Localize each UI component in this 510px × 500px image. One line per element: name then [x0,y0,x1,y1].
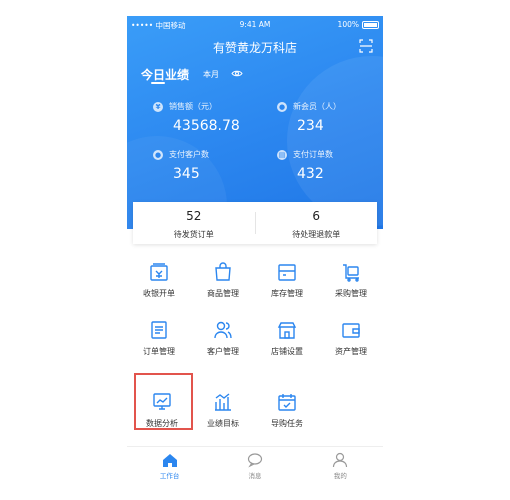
menu-item-customers[interactable]: 客户管理 [191,320,255,372]
profile-icon [333,452,348,468]
menu-label: 导购任务 [271,419,303,428]
message-icon [247,453,263,468]
order-list-icon [151,321,167,339]
home-icon [162,454,177,467]
stat-new-members: ● 新会员（人） 234 [277,101,341,134]
pending-refund-count: 6 [312,209,321,223]
period-selector[interactable]: 本月 [203,69,219,80]
order-summary-card: 52 待发货订单 6 待处理退款单 [133,202,377,244]
menu-item-performance-goals[interactable]: 业绩目标 [191,392,255,444]
shopping-bag-icon [215,262,231,281]
calendar-task-icon [278,394,296,411]
menu-item-assets[interactable]: 资产管理 [319,320,383,372]
menu-item-guide-tasks[interactable]: 导购任务 [255,392,319,444]
store-name: 有赞黄龙万科店 [212,41,297,55]
decorative-circle [287,56,383,226]
cart-icon [343,264,359,282]
menu-item-products[interactable]: 商品管理 [191,262,255,314]
user-icon: ● [153,149,163,160]
battery-area: 100% [338,20,379,29]
menu-label: 库存管理 [271,289,303,298]
tab-label: 工作台 [159,472,180,480]
stat-label: 销售额（元） [169,102,217,111]
pending-refund-cell[interactable]: 6 待处理退款单 [256,202,378,244]
menu-label: 客户管理 [207,347,239,356]
bar-chart-icon [215,393,231,411]
tab-label: 我的 [333,472,347,480]
order-icon: ▤ [277,149,287,160]
menu-label: 资产管理 [335,347,367,356]
tab-profile[interactable]: 我的 [298,447,383,491]
stat-paid-orders: ▤ 支付订单数 432 [277,149,333,182]
highlight-box [134,373,193,430]
cashier-icon [150,263,168,281]
menu-item-purchasing[interactable]: 采购管理 [319,262,383,314]
pending-shipment-label: 待发货订单 [173,230,214,239]
dashboard-header: ••••• 中国移动 9:41 AM 100% 有赞黄龙万科店 今日业绩 本月 … [127,16,383,229]
stat-paying-customers: ● 支付客户数 345 [153,149,209,182]
stat-value: 234 [297,118,324,134]
tab-label: 消息 [248,472,262,480]
stat-value: 43568.78 [173,118,240,134]
stat-label: 支付客户数 [169,150,209,159]
battery-icon [362,20,379,29]
menu-label: 业绩目标 [207,419,239,428]
customers-icon [214,321,232,339]
title-underline [151,82,165,84]
inventory-icon [278,264,296,281]
eye-icon[interactable] [231,69,243,78]
stat-label: 新会员（人） [293,102,341,111]
pending-shipment-count: 52 [186,209,202,223]
stat-value: 345 [173,166,200,182]
performance-title: 今日业绩 [141,68,190,82]
wallet-icon [342,323,360,338]
menu-item-inventory[interactable]: 库存管理 [255,262,319,314]
bottom-tab-bar: 工作台 消息 我的 [127,446,383,491]
stat-label: 支付订单数 [293,150,333,159]
battery-percent: 100% [337,20,359,29]
store-icon [277,322,297,339]
tab-workbench[interactable]: 工作台 [127,447,212,491]
menu-label: 收银开单 [143,289,175,298]
user-icon: ● [277,101,287,112]
pending-refund-label: 待处理退款单 [292,230,341,239]
menu-item-store-settings[interactable]: 店铺设置 [255,320,319,372]
tab-messages[interactable]: 消息 [212,447,297,491]
menu-label: 采购管理 [335,289,367,298]
scan-icon[interactable] [359,39,373,53]
menu-label: 订单管理 [143,347,175,356]
stat-sales: ¥ 销售额（元） 43568.78 [153,101,240,134]
menu-item-orders[interactable]: 订单管理 [127,320,191,372]
menu-label: 店铺设置 [271,347,303,356]
stat-value: 432 [297,166,324,182]
menu-label: 商品管理 [207,289,239,298]
yen-icon: ¥ [153,101,163,112]
menu-item-cashier[interactable]: 收银开单 [127,262,191,314]
status-bar: ••••• 中国移动 9:41 AM 100% [131,20,379,30]
pending-shipment-cell[interactable]: 52 待发货订单 [133,202,255,244]
